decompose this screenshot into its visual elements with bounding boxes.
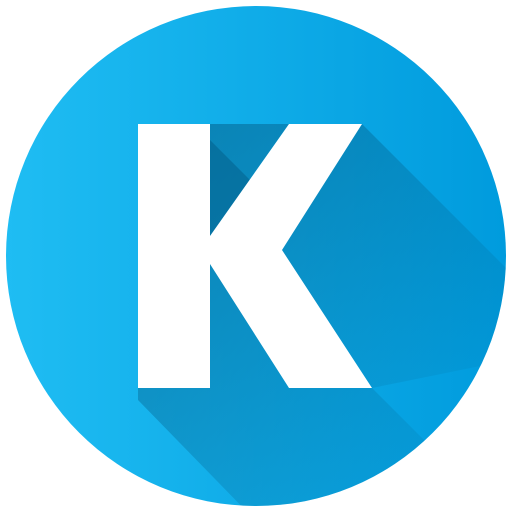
letter-k-circle-icon: K [0, 0, 512, 512]
icon-graphic [2, 2, 510, 510]
